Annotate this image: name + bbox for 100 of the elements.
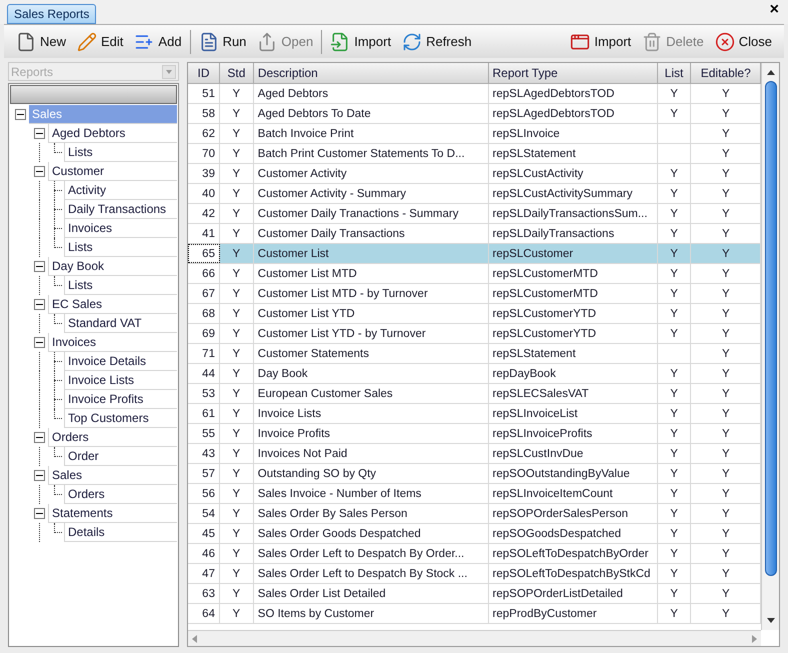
collapse-toggle[interactable] bbox=[34, 470, 45, 481]
vertical-scrollbar[interactable] bbox=[761, 63, 779, 630]
collapse-toggle[interactable] bbox=[34, 337, 45, 348]
table-row[interactable]: 45 Y Sales Order Goods Despatched repSOGoodsDespatched Y Y bbox=[188, 524, 762, 544]
table-row[interactable]: 70 Y Batch Print Customer Statements To D... repSLStatement Y bbox=[188, 144, 762, 164]
collapse-toggle[interactable] bbox=[34, 128, 45, 139]
table-row[interactable]: 62 Y Batch Invoice Print repSLInvoice Y bbox=[188, 124, 762, 144]
table-cell: Sales Order Goods Despatched bbox=[254, 524, 489, 543]
column-header[interactable]: List bbox=[658, 63, 692, 83]
toolbar-button[interactable]: Refresh bbox=[398, 28, 476, 56]
tree-item[interactable]: Daily Transactions bbox=[64, 200, 178, 219]
table-row[interactable]: 46 Y Sales Order Left to Despatch By Order... repSOLeftToDespatchByOrder Y Y bbox=[188, 544, 762, 564]
table-row[interactable]: 71 Y Customer Statements repSLStatement Y bbox=[188, 344, 762, 364]
table-row[interactable]: 64 Y SO Items by Customer repProdByCustomer Y Y bbox=[188, 604, 762, 624]
table-cell: Invoice Lists bbox=[254, 404, 489, 423]
table-cell: repSLStatement bbox=[488, 144, 658, 163]
tree-item[interactable]: Orders bbox=[64, 485, 178, 504]
table-cell: Customer Daily Transactions bbox=[254, 224, 489, 243]
table-row[interactable]: 56 Y Sales Invoice - Number of Items repSLInvoiceItemCount Y Y bbox=[188, 484, 762, 504]
collapse-toggle[interactable] bbox=[34, 261, 45, 272]
scrollbar-thumb[interactable] bbox=[764, 81, 777, 576]
table-cell: repSOPOrderSalesPerson bbox=[488, 504, 658, 523]
table-row[interactable]: 57 Y Outstanding SO by Qty repSOOutstandingByValue Y Y bbox=[188, 464, 762, 484]
table-row[interactable]: 55 Y Invoice Profits repSLInvoiceProfits Y Y bbox=[188, 424, 762, 444]
tree-item[interactable]: Lists bbox=[64, 143, 178, 162]
dropdown-placeholder: Reports bbox=[10, 64, 54, 80]
table-row[interactable]: 63 Y Sales Order List Detailed repSOPOrderListDetailed Y Y bbox=[188, 584, 762, 604]
tree-item[interactable]: Lists bbox=[64, 238, 178, 257]
tree-item[interactable]: EC Sales bbox=[48, 295, 178, 314]
column-header[interactable]: Description bbox=[254, 63, 489, 83]
close-button[interactable]: × bbox=[770, 2, 779, 18]
table-cell: Y bbox=[220, 424, 254, 443]
column-header[interactable]: ID bbox=[188, 63, 220, 83]
toolbar-button[interactable]: Import bbox=[566, 28, 636, 56]
table-row[interactable]: 42 Y Customer Daily Tranactions - Summary repSLDailyTransactionsSum... Y Y bbox=[188, 204, 762, 224]
close-icon bbox=[714, 32, 735, 52]
table-row[interactable]: 65 Y Customer List repSLCustomer Y Y bbox=[188, 244, 762, 264]
table-cell: Aged Debtors bbox=[254, 84, 489, 103]
table-row[interactable]: 44 Y Day Book repDayBook Y Y bbox=[188, 364, 762, 384]
tree-item[interactable]: Invoices bbox=[48, 333, 178, 352]
tree-item[interactable]: Standard VAT bbox=[64, 314, 178, 333]
tree-item[interactable]: Day Book bbox=[48, 257, 178, 276]
table-cell: Y bbox=[658, 424, 692, 443]
table-cell: Y bbox=[220, 464, 254, 483]
table-cell: repSLAgedDebtorsTOD bbox=[488, 104, 658, 123]
column-header[interactable]: Std bbox=[220, 63, 254, 83]
collapse-toggle[interactable] bbox=[15, 109, 26, 120]
table-cell: 65 bbox=[188, 244, 220, 263]
scroll-down-icon[interactable] bbox=[766, 618, 775, 623]
table-cell: Y bbox=[220, 364, 254, 383]
table-row[interactable]: 40 Y Customer Activity - Summary repSLCustActivitySummary Y Y bbox=[188, 184, 762, 204]
table-row[interactable]: 69 Y Customer List YTD - by Turnover repSLCustomerYTD Y Y bbox=[188, 324, 762, 344]
tree-item[interactable]: Statements bbox=[48, 504, 178, 523]
toolbar-button[interactable]: Import bbox=[326, 28, 396, 56]
table-row[interactable]: 43 Y Invoices Not Paid repSLCustInvDue Y Y bbox=[188, 444, 762, 464]
table-cell: repSLCustInvDue bbox=[488, 444, 658, 463]
tree-item[interactable]: Sales bbox=[48, 466, 178, 485]
table-row[interactable]: 53 Y European Customer Sales repSLECSalesVAT Y Y bbox=[188, 384, 762, 404]
toolbar-button[interactable]: Close bbox=[710, 28, 776, 56]
table-row[interactable]: 66 Y Customer List MTD repSLCustomerMTD Y Y bbox=[188, 264, 762, 284]
collapse-toggle[interactable] bbox=[34, 166, 45, 177]
tree-item[interactable]: Order bbox=[64, 447, 178, 466]
table-row[interactable]: 54 Y Sales Order By Sales Person repSOPOrderSalesPerson Y Y bbox=[188, 504, 762, 524]
toolbar-button[interactable]: Add bbox=[130, 28, 186, 56]
table-cell: Customer List bbox=[254, 244, 489, 263]
tree-item[interactable]: Aged Debtors bbox=[48, 124, 178, 143]
tree-item[interactable]: Invoice Lists bbox=[64, 371, 178, 390]
table-row[interactable]: 58 Y Aged Debtors To Date repSLAgedDebtorsTOD Y Y bbox=[188, 104, 762, 124]
toolbar-button[interactable]: New bbox=[12, 28, 70, 56]
table-row[interactable]: 47 Y Sales Order Left to Despatch By Stock ... repSOLeftToDespatchByStkCd Y Y bbox=[188, 564, 762, 584]
table-row[interactable]: 41 Y Customer Daily Transactions repSLDailyTransactions Y Y bbox=[188, 224, 762, 244]
tree-item[interactable]: Orders bbox=[48, 428, 178, 447]
tree-item[interactable]: Invoice Details bbox=[64, 352, 178, 371]
tree-item[interactable]: Details bbox=[64, 523, 178, 542]
table-row[interactable]: 51 Y Aged Debtors repSLAgedDebtorsTOD Y Y bbox=[188, 84, 762, 104]
collapse-toggle[interactable] bbox=[34, 508, 45, 519]
tree-item[interactable]: Customer bbox=[48, 162, 178, 181]
scroll-up-icon[interactable] bbox=[766, 70, 775, 75]
table-row[interactable]: 67 Y Customer List MTD - by Turnover repSLCustomerMTD Y Y bbox=[188, 284, 762, 304]
tab[interactable]: Sales Reports bbox=[7, 4, 96, 24]
tree-item[interactable]: Activity bbox=[64, 181, 178, 200]
table-cell: Customer Activity - Summary bbox=[254, 184, 489, 203]
collapse-toggle[interactable] bbox=[34, 299, 45, 310]
tree-item[interactable]: Lists bbox=[64, 276, 178, 295]
tree-item[interactable]: Top Customers bbox=[64, 409, 178, 428]
toolbar-button[interactable]: Run bbox=[194, 28, 250, 56]
table-cell: Y bbox=[658, 524, 692, 543]
toolbar-button[interactable]: Edit bbox=[73, 28, 128, 56]
table-cell: Y bbox=[658, 204, 692, 223]
table-cell: Batch Print Customer Statements To D... bbox=[254, 144, 489, 163]
table-cell: Y bbox=[658, 564, 692, 583]
table-cell: Y bbox=[220, 124, 254, 143]
tree-item[interactable]: Invoices bbox=[64, 219, 178, 238]
table-row[interactable]: 61 Y Invoice Lists repSLInvoiceList Y Y bbox=[188, 404, 762, 424]
column-header[interactable]: Report Type bbox=[488, 63, 658, 83]
table-row[interactable]: 68 Y Customer List YTD repSLCustomerYTD Y Y bbox=[188, 304, 762, 324]
tree-item[interactable]: Invoice Profits bbox=[64, 390, 178, 409]
table-row[interactable]: 39 Y Customer Activity repSLCustActivity Y Y bbox=[188, 164, 762, 184]
table-cell: Invoices Not Paid bbox=[254, 444, 489, 463]
collapse-toggle[interactable] bbox=[34, 432, 45, 443]
